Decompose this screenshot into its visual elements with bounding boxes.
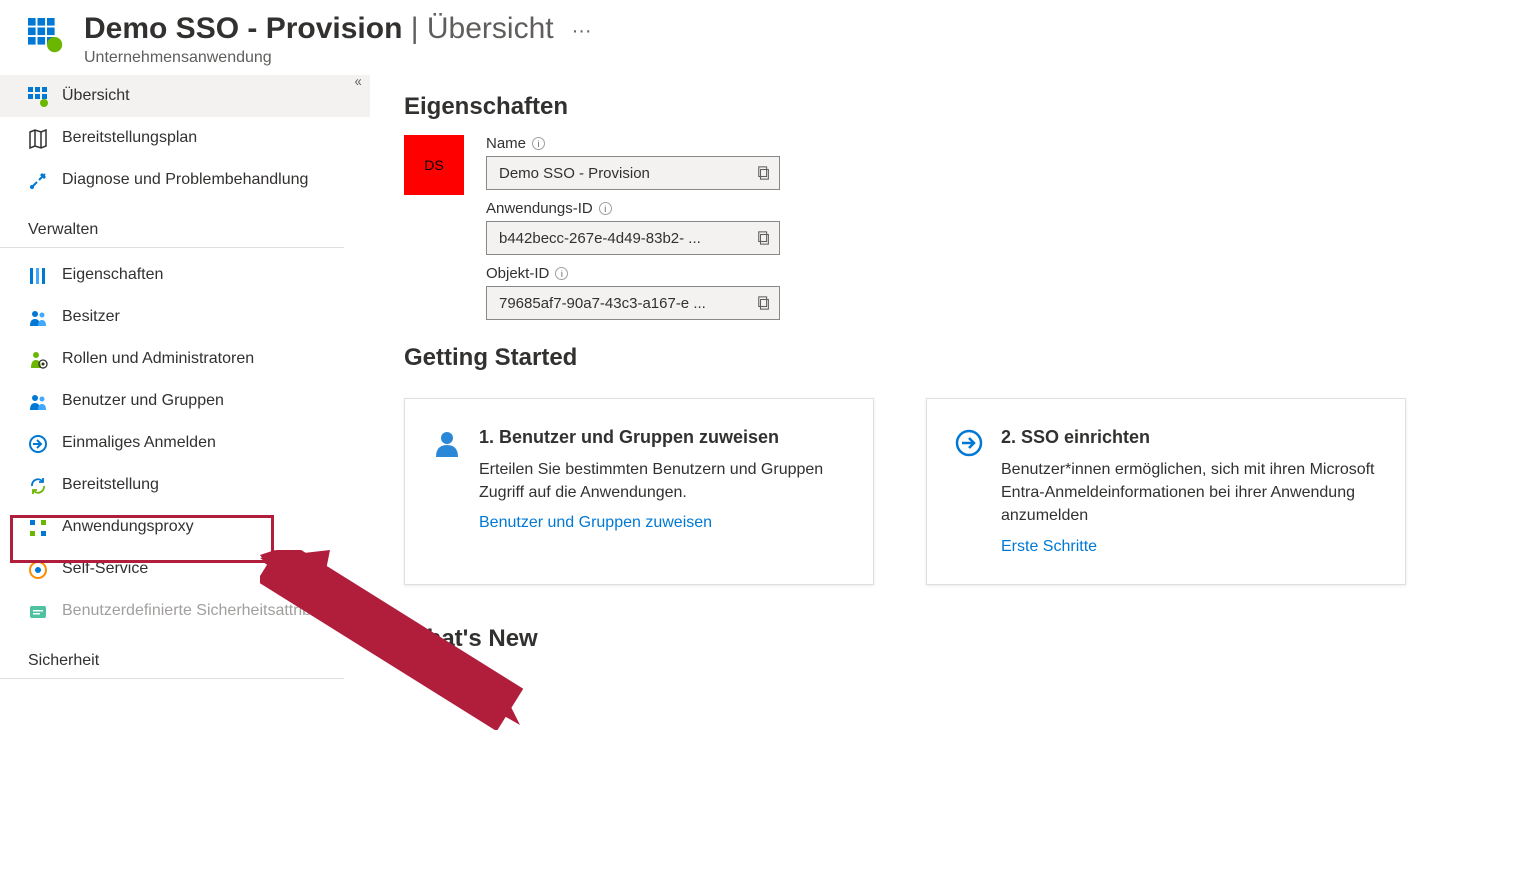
sidebar-item-label: Eigenschaften — [62, 264, 163, 286]
grid-icon — [28, 87, 48, 107]
label-name: Namei — [486, 135, 780, 152]
properties-heading: Eigenschaften — [404, 93, 1490, 121]
sidebar-item-label: Self-Service — [62, 558, 148, 580]
sync-icon — [28, 476, 48, 496]
sidebar-item-sso[interactable]: Einmaliges Anmelden — [0, 422, 370, 464]
selfservice-icon — [28, 560, 48, 580]
name-value: Demo SSO - Provision — [499, 165, 650, 182]
sidebar-item-label: Einmaliges Anmelden — [62, 432, 216, 454]
label-objid: Objekt-IDi — [486, 265, 780, 282]
objid-value: 79685af7-90a7-43c3-a167-e ... — [499, 295, 706, 312]
sidebar-item-selfservice[interactable]: Self-Service — [0, 548, 370, 590]
sidebar-item-diagnose[interactable]: Diagnose und Problembehandlung — [0, 159, 370, 201]
page-title-main: Demo SSO - Provision — [84, 12, 402, 45]
sidebar-item-label: Benutzer und Gruppen — [62, 390, 224, 412]
attrs-icon — [28, 602, 48, 622]
sidebar-item-roles-admins[interactable]: Rollen und Administratoren — [0, 338, 370, 380]
sidebar-item-label: Besitzer — [62, 306, 120, 328]
sidebar-item-users-groups[interactable]: Benutzer und Gruppen — [0, 380, 370, 422]
label-appid: Anwendungs-IDi — [486, 200, 780, 217]
sidebar-item-properties[interactable]: Eigenschaften — [0, 254, 370, 296]
sidebar-section-verwalten: Verwalten — [0, 201, 344, 248]
appid-value: b442becc-267e-4d49-83b2- ... — [499, 230, 701, 247]
copy-icon[interactable] — [757, 166, 771, 180]
card-setup-sso: 2. SSO einrichten Benutzer*innen ermögli… — [926, 398, 1406, 585]
card-title: 2. SSO einrichten — [1001, 427, 1375, 448]
info-icon[interactable]: i — [555, 267, 568, 280]
user-icon — [433, 429, 461, 457]
whats-new-heading: What's New — [404, 625, 1490, 653]
info-icon[interactable]: i — [599, 202, 612, 215]
card-description: Benutzer*innen ermöglichen, sich mit ihr… — [1001, 458, 1375, 528]
sidebar-item-label: Rollen und Administratoren — [62, 348, 254, 370]
sidebar-item-overview[interactable]: Übersicht — [0, 75, 370, 117]
info-icon[interactable]: i — [532, 137, 545, 150]
card-link-assign[interactable]: Benutzer und Gruppen zuweisen — [479, 514, 712, 531]
sidebar-item-appproxy[interactable]: Anwendungsproxy — [0, 506, 370, 548]
copy-icon[interactable] — [757, 296, 771, 310]
copy-icon[interactable] — [757, 231, 771, 245]
app-tile-logo: DS — [404, 135, 464, 195]
sidebar-item-label: Anwendungsproxy — [62, 516, 194, 538]
card-title: 1. Benutzer und Gruppen zuweisen — [479, 427, 843, 448]
sidebar-item-provisioning[interactable]: Bereitstellung — [0, 464, 370, 506]
sidebar-section-sicherheit: Sicherheit — [0, 632, 344, 679]
card-assign-users: 1. Benutzer und Gruppen zuweisen Erteile… — [404, 398, 874, 585]
sidebar: « Übersicht Bereitstellungsplan Diagnose… — [0, 75, 370, 685]
objid-value-box: 79685af7-90a7-43c3-a167-e ... — [486, 286, 780, 320]
enterprise-app-icon — [28, 18, 66, 56]
card-description: Erteilen Sie bestimmten Benutzern und Gr… — [479, 458, 843, 504]
main-content: Eigenschaften DS Namei Demo SSO - Provis… — [370, 75, 1520, 685]
sidebar-item-owners[interactable]: Besitzer — [0, 296, 370, 338]
page-header: Demo SSO - Provision | Übersicht Unterne… — [0, 0, 1520, 75]
card-link-sso[interactable]: Erste Schritte — [1001, 538, 1097, 555]
sidebar-item-label: Benutzerdefinierte Sicherheitsattribute — [62, 600, 333, 622]
page-subtitle: Unternehmensanwendung — [84, 49, 554, 67]
page-title: Demo SSO - Provision | Übersicht — [84, 12, 554, 45]
proxy-icon — [28, 518, 48, 538]
signin-icon — [28, 434, 48, 454]
appid-value-box: b442becc-267e-4d49-83b2- ... — [486, 221, 780, 255]
more-actions-button[interactable]: ··· — [572, 12, 592, 43]
users-icon — [28, 308, 48, 328]
page-title-section: Übersicht — [427, 12, 554, 45]
sliders-icon — [28, 266, 48, 286]
sidebar-item-label: Übersicht — [62, 85, 130, 107]
sidebar-item-provisioning-plan[interactable]: Bereitstellungsplan — [0, 117, 370, 159]
sidebar-item-label: Diagnose und Problembehandlung — [62, 169, 308, 191]
name-value-box: Demo SSO - Provision — [486, 156, 780, 190]
getting-started-heading: Getting Started — [404, 344, 1490, 372]
page-title-separator: | — [402, 12, 426, 45]
tools-icon — [28, 171, 48, 191]
users-groups-icon — [28, 392, 48, 412]
signin-icon — [955, 429, 983, 457]
sidebar-item-custom-attrs[interactable]: Benutzerdefinierte Sicherheitsattribute — [0, 590, 370, 632]
admin-icon — [28, 350, 48, 370]
collapse-sidebar-button[interactable]: « — [354, 73, 361, 90]
map-icon — [28, 129, 48, 149]
sidebar-item-label: Bereitstellung — [62, 474, 159, 496]
sidebar-item-label: Bereitstellungsplan — [62, 127, 197, 149]
